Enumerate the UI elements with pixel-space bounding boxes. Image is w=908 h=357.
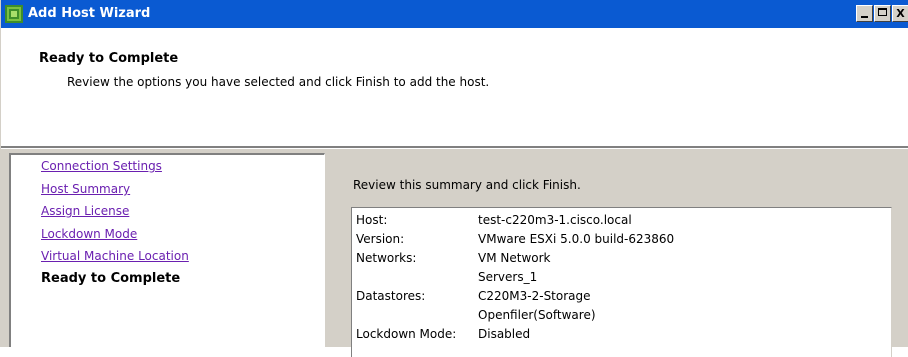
page-title: Ready to Complete	[39, 51, 179, 66]
add-host-wizard-window: Add Host Wizard X Ready to Complete Revi…	[0, 0, 908, 357]
summary-value: Servers_1	[478, 270, 538, 284]
minimize-icon	[861, 16, 868, 18]
wizard-body: Connection Settings Host Summary Assign …	[1, 149, 908, 357]
maximize-icon	[878, 8, 887, 16]
step-link[interactable]: Assign License	[41, 204, 129, 218]
summary-value: Openfiler(Software)	[478, 308, 596, 322]
summary-intro: Review this summary and click Finish.	[353, 178, 581, 192]
step-host-summary[interactable]: Host Summary	[41, 182, 130, 196]
step-link[interactable]: Lockdown Mode	[41, 227, 137, 241]
summary-key: Datastores:	[356, 289, 426, 303]
summary-key: Networks:	[356, 251, 417, 265]
step-link[interactable]: Virtual Machine Location	[41, 249, 189, 263]
step-link[interactable]: Host Summary	[41, 182, 130, 196]
step-virtual-machine-location[interactable]: Virtual Machine Location	[41, 249, 189, 263]
step-link[interactable]: Connection Settings	[41, 159, 162, 173]
maximize-button[interactable]	[874, 5, 891, 22]
wizard-header: Ready to Complete Review the options you…	[1, 28, 908, 146]
summary-value: C220M3-2-Storage	[478, 289, 591, 303]
summary-area: Review this summary and click Finish. Ho…	[331, 149, 908, 357]
summary-key: Lockdown Mode:	[356, 327, 457, 341]
summary-value: VM Network	[478, 251, 551, 265]
vsphere-wizard-icon	[5, 5, 23, 23]
close-icon: X	[896, 7, 905, 20]
minimize-button[interactable]	[856, 5, 873, 22]
summary-key: Host:	[356, 213, 388, 227]
summary-list[interactable]: Host: test-c220m3-1.cisco.local Version:…	[351, 207, 892, 357]
summary-value: test-c220m3-1.cisco.local	[478, 213, 632, 227]
summary-key: Version:	[356, 232, 405, 246]
window-title: Add Host Wizard	[28, 6, 151, 21]
close-button[interactable]: X	[892, 5, 908, 22]
summary-value: VMware ESXi 5.0.0 build-623860	[478, 232, 675, 246]
step-ready-to-complete: Ready to Complete	[41, 271, 180, 286]
title-bar[interactable]: Add Host Wizard X	[1, 0, 908, 28]
wizard-steps-panel: Connection Settings Host Summary Assign …	[9, 153, 325, 347]
step-assign-license[interactable]: Assign License	[41, 204, 129, 218]
step-connection-settings[interactable]: Connection Settings	[41, 159, 162, 173]
step-lockdown-mode[interactable]: Lockdown Mode	[41, 227, 137, 241]
page-subtitle: Review the options you have selected and…	[67, 75, 490, 89]
current-step-label: Ready to Complete	[41, 271, 181, 286]
summary-value: Disabled	[478, 327, 531, 341]
